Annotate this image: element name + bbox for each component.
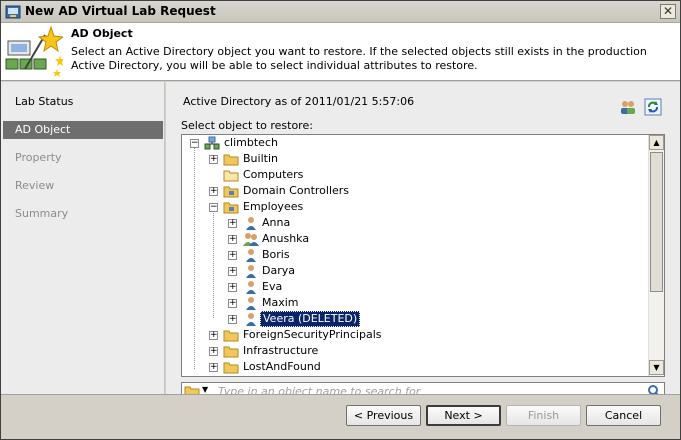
step-title: AD Object <box>71 27 133 40</box>
folder-icon <box>223 170 239 182</box>
tree-node-label: Eva <box>262 280 283 293</box>
tree-node-user[interactable]: + Anna <box>182 215 642 231</box>
domain-icon <box>204 136 220 150</box>
expand-icon[interactable]: + <box>209 155 218 164</box>
expand-icon[interactable]: + <box>228 299 237 308</box>
object-search-box[interactable]: ▼ Type in an object name to search for <box>181 382 665 394</box>
folder-icon <box>223 330 239 342</box>
select-object-label: Select object to restore: <box>181 119 313 132</box>
expand-icon[interactable]: + <box>209 347 218 356</box>
folder-dropdown-icon[interactable] <box>184 385 200 394</box>
expand-icon[interactable]: + <box>228 283 237 292</box>
user-icon <box>246 313 256 326</box>
finish-button-label: Finish <box>527 409 560 422</box>
title-bar[interactable]: New AD Virtual Lab Request ✕ <box>1 1 680 23</box>
cancel-button[interactable]: Cancel <box>586 405 661 426</box>
tree-node-label: Maxim <box>262 296 299 309</box>
tree-node-label: Anna <box>262 216 291 229</box>
scroll-up-icon[interactable]: ▲ <box>649 135 664 150</box>
expand-icon[interactable]: + <box>228 235 237 244</box>
tree-node-user[interactable]: + Darya <box>182 263 642 279</box>
user-icon <box>246 217 256 230</box>
tree-node-root[interactable]: − climbtech <box>182 135 642 151</box>
search-input[interactable]: Type in an object name to search for <box>218 385 420 394</box>
snapshot-date-label: Active Directory as of 2011/01/21 5:57:0… <box>183 95 415 108</box>
scroll-thumb[interactable] <box>650 152 663 292</box>
ou-folder-icon <box>223 186 239 198</box>
ad-object-tree[interactable]: − climbtech + Builtin Computers + Domain… <box>181 134 665 377</box>
tree-node-label: LostAndFound <box>243 360 321 373</box>
tree-node-label: Computers <box>243 168 304 181</box>
next-button[interactable]: Next > <box>426 405 501 426</box>
window-title: New AD Virtual Lab Request <box>25 4 216 18</box>
tree-node-user[interactable]: + Anushka <box>182 231 642 247</box>
next-button-label: Next > <box>444 409 483 422</box>
tree-node-employees[interactable]: − Employees <box>182 199 642 215</box>
chevron-down-icon[interactable]: ▼ <box>202 385 208 394</box>
wizard-window: New AD Virtual Lab Request ✕ AD Object S… <box>0 0 681 440</box>
step-lab-status[interactable]: Lab Status <box>3 93 163 111</box>
tree-node-label: ForeignSecurityPrincipals <box>243 328 382 341</box>
tree-node-lost-and-found[interactable]: + LostAndFound <box>182 359 642 375</box>
expand-icon[interactable]: + <box>228 251 237 260</box>
tree-node-infrastructure[interactable]: + Infrastructure <box>182 343 642 359</box>
collapse-icon[interactable]: − <box>190 139 199 148</box>
cancel-button-label: Cancel <box>604 409 643 422</box>
step-review: Review <box>15 179 55 192</box>
tree-node-label: Employees <box>243 200 304 213</box>
tree-node-label: Infrastructure <box>243 344 319 357</box>
user-icon <box>246 265 256 278</box>
user-icon <box>246 249 256 262</box>
folder-icon <box>223 346 239 358</box>
users-icon[interactable] <box>619 98 637 116</box>
scroll-down-icon[interactable]: ▼ <box>649 360 664 375</box>
folder-icon <box>223 154 239 166</box>
tree-node-user[interactable]: + Eva <box>182 279 642 295</box>
tree-node-label: Darya <box>262 264 295 277</box>
expand-icon[interactable]: + <box>228 267 237 276</box>
tree-node-user[interactable]: + Maxim <box>182 295 642 311</box>
tree-node-label: Domain Controllers <box>243 184 350 197</box>
tree-node-label: Anushka <box>262 232 310 245</box>
wizard-header: AD Object Select an Active Directory obj… <box>1 23 680 81</box>
close-button[interactable]: ✕ <box>660 4 676 19</box>
app-icon <box>5 5 21 19</box>
expand-icon[interactable]: + <box>228 219 237 228</box>
tree-node-label-selected: Veera (DELETED) <box>260 311 361 327</box>
user-group-icon <box>243 233 259 246</box>
previous-button[interactable]: < Previous <box>346 405 421 426</box>
folder-icon <box>223 362 239 374</box>
tree-node-label: Boris <box>262 248 290 261</box>
user-icon <box>246 281 256 294</box>
tree-node-user-selected[interactable]: + Veera (DELETED) <box>182 311 642 327</box>
expand-icon[interactable]: + <box>209 187 218 196</box>
tree-node-builtin[interactable]: + Builtin <box>182 151 642 167</box>
tree-node-label: Builtin <box>243 152 278 165</box>
close-icon: ✕ <box>662 4 674 18</box>
expand-icon[interactable]: + <box>228 315 237 324</box>
tree-node-computers[interactable]: Computers <box>182 167 642 183</box>
wizard-footer: < Previous Next > Finish Cancel <box>1 394 680 439</box>
user-icon <box>246 297 256 310</box>
collapse-icon[interactable]: − <box>209 203 218 212</box>
search-icon[interactable] <box>647 384 661 394</box>
wizard-sparkle-icon <box>5 25 63 77</box>
expand-icon[interactable]: + <box>209 363 218 372</box>
tree-scrollbar[interactable]: ▲ ▼ <box>648 135 664 376</box>
expand-icon[interactable]: + <box>209 331 218 340</box>
previous-button-label: < Previous <box>353 409 414 422</box>
tree-node-foreign-security-principals[interactable]: + ForeignSecurityPrincipals <box>182 327 642 343</box>
step-ad-object[interactable]: AD Object <box>3 121 163 139</box>
tree-node-label: climbtech <box>224 136 278 149</box>
step-summary: Summary <box>15 207 69 220</box>
ou-folder-icon <box>223 202 239 214</box>
refresh-icon[interactable] <box>644 98 662 116</box>
step-property: Property <box>15 151 62 164</box>
tree-node-domain-controllers[interactable]: + Domain Controllers <box>182 183 642 199</box>
main-panel: Active Directory as of 2011/01/21 5:57:0… <box>166 82 680 394</box>
finish-button: Finish <box>506 405 581 426</box>
wizard-steps-sidebar: Lab Status AD Object Property Review Sum… <box>1 82 165 394</box>
step-description: Select an Active Directory object you wa… <box>71 45 647 72</box>
tree-node-user[interactable]: + Boris <box>182 247 642 263</box>
